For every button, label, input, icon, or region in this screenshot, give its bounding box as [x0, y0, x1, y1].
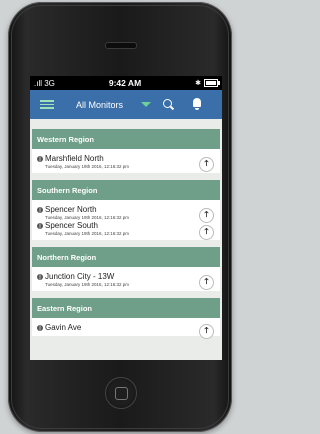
region-header: Western Region	[32, 129, 220, 149]
region-header: Eastern Region	[32, 298, 220, 318]
monitor-name: Spencer South	[45, 221, 98, 230]
monitor-name: Spencer North	[45, 205, 97, 214]
region-header: Southern Region	[32, 180, 220, 200]
region-eastern: Eastern Region Gavin Ave 🡑	[32, 298, 220, 339]
region-southern: Southern Region Spencer North Tuesday, J…	[32, 180, 220, 240]
monitor-name: Marshfield North	[45, 154, 104, 163]
phone-screen: .ıll 3G 9:42 AM ✱ All Monitors Western R…	[30, 76, 222, 360]
status-bar: .ıll 3G 9:42 AM ✱	[30, 76, 222, 90]
monitor-row[interactable]: Gavin Ave 🡑	[32, 318, 220, 339]
monitor-timestamp: Tuesday, January 19th 2016, 12:16:32 pm	[45, 231, 130, 236]
phone-frame: .ıll 3G 9:42 AM ✱ All Monitors Western R…	[8, 2, 232, 432]
app-header: All Monitors	[30, 90, 222, 119]
arrow-up-button[interactable]: 🡑	[199, 324, 214, 339]
search-icon[interactable]	[163, 99, 172, 108]
arrow-up-button[interactable]: 🡑	[199, 225, 214, 240]
monitor-row[interactable]: Marshfield North Tuesday, January 19th 2…	[32, 149, 220, 173]
arrow-up-icon: 🡑	[204, 325, 209, 335]
monitor-name: Junction City - 13W	[45, 272, 115, 281]
signal-indicator: .ıll 3G	[34, 78, 55, 88]
globe-icon	[37, 155, 43, 162]
home-button[interactable]	[105, 377, 137, 409]
monitor-row[interactable]: Junction City - 13W Tuesday, January 19t…	[32, 267, 220, 291]
monitor-timestamp: Tuesday, January 19th 2016, 12:16:32 pm	[45, 164, 130, 169]
monitor-row[interactable]: Spencer South Tuesday, January 19th 2016…	[32, 220, 220, 240]
status-right: ✱	[195, 79, 220, 87]
arrow-up-button[interactable]: 🡑	[199, 157, 214, 172]
region-western: Western Region Marshfield North Tuesday,…	[32, 129, 220, 173]
status-time: 9:42 AM	[108, 78, 142, 88]
chevron-down-icon[interactable]	[141, 102, 152, 107]
globe-icon	[37, 206, 43, 213]
arrow-up-icon: 🡑	[204, 158, 209, 168]
battery-icon	[204, 79, 220, 87]
monitor-name: Gavin Ave	[45, 323, 82, 332]
bluetooth-icon: ✱	[195, 80, 201, 87]
bell-icon[interactable]	[193, 98, 201, 110]
monitor-timestamp: Tuesday, January 19th 2016, 12:16:32 pm	[45, 282, 130, 287]
arrow-up-button[interactable]: 🡑	[199, 275, 214, 290]
monitor-row[interactable]: Spencer North Tuesday, January 19th 2016…	[32, 200, 220, 223]
monitor-list: Western Region Marshfield North Tuesday,…	[30, 119, 222, 360]
globe-icon	[37, 273, 43, 280]
menu-icon[interactable]	[40, 100, 54, 109]
arrow-up-icon: 🡑	[204, 276, 209, 286]
globe-icon	[37, 222, 43, 229]
region-northern: Northern Region Junction City - 13W Tues…	[32, 247, 220, 291]
globe-icon	[37, 324, 43, 331]
earpiece-speaker	[105, 42, 137, 49]
monitor-filter-title[interactable]: All Monitors	[76, 100, 123, 110]
arrow-up-icon: 🡑	[204, 226, 209, 236]
region-header: Northern Region	[32, 247, 220, 267]
